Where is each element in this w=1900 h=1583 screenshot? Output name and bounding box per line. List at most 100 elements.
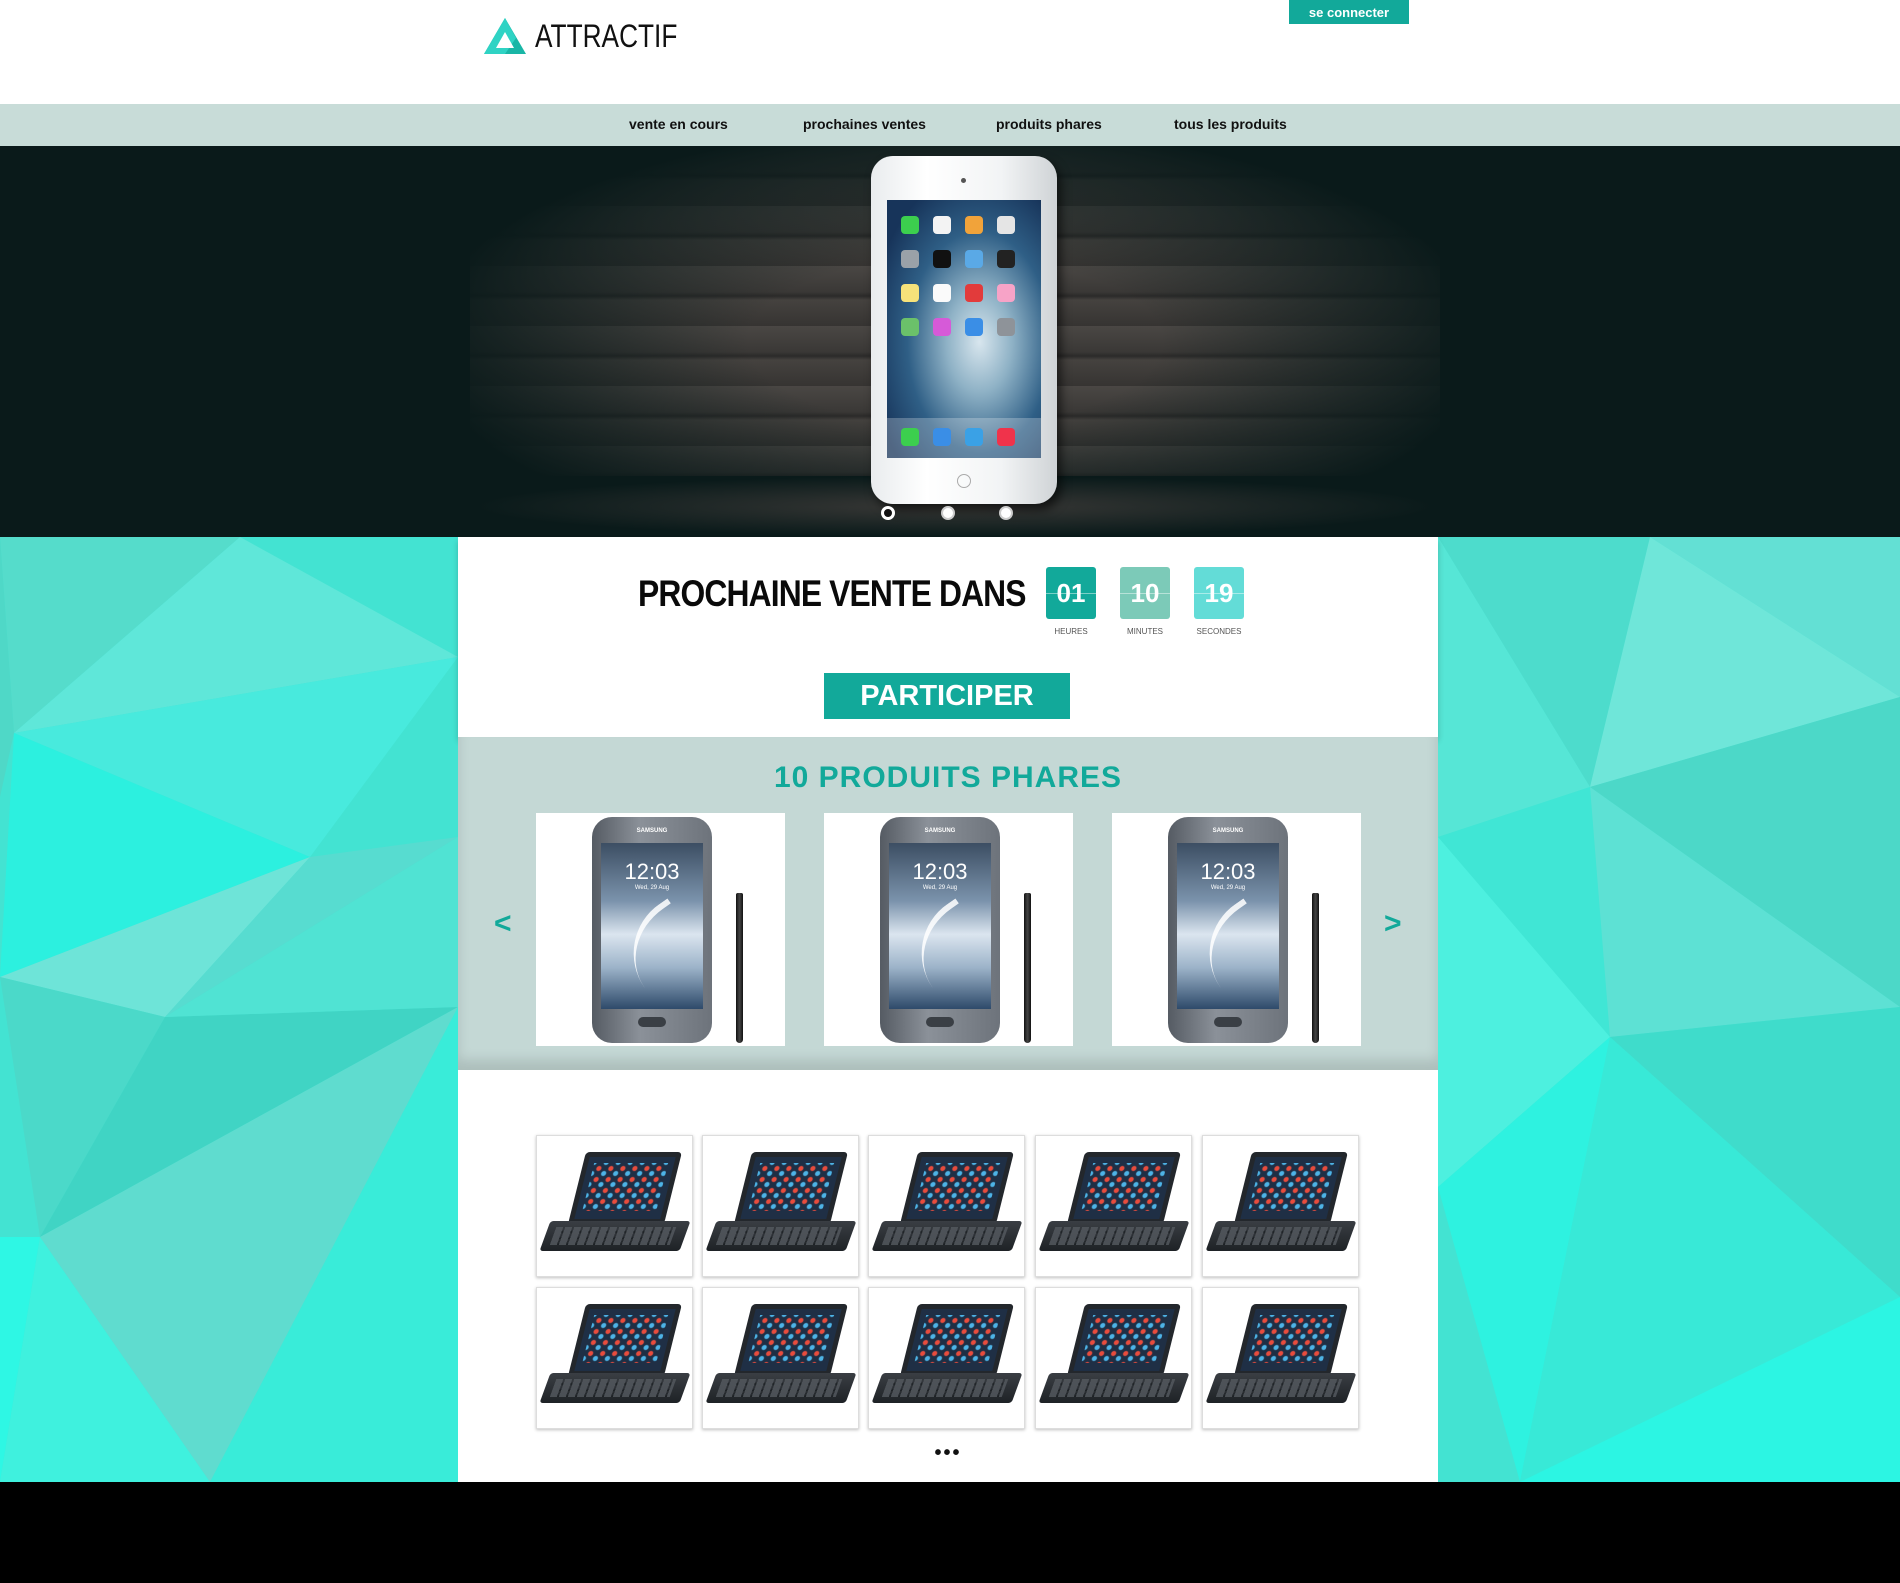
featured-product-card[interactable]: SAMSUNG 12:03 Wed, 29 Aug: [824, 813, 1073, 1046]
safari-app-icon: [965, 428, 983, 446]
app-icon: [901, 284, 919, 302]
keyboard-image: [539, 1373, 691, 1403]
hero-slider[interactable]: [0, 146, 1900, 537]
app-icon: [965, 216, 983, 234]
feather-graphic: [1186, 898, 1278, 988]
phone-date: Wed, 29 Aug: [1210, 885, 1246, 891]
stylus-image: [1312, 893, 1319, 1043]
logo-text: ATTRACTIF: [535, 17, 678, 54]
countdown-seconds-label: SECONDES: [1196, 627, 1242, 636]
tablet-keyboard-image: [900, 1152, 1014, 1224]
keyboard-image: [1038, 1373, 1190, 1403]
app-icon: [997, 250, 1015, 268]
app-icon: [933, 216, 951, 234]
nav-item-vente-en-cours[interactable]: vente en cours: [629, 116, 728, 132]
countdown-hours-label: HEURES: [1054, 627, 1088, 636]
feather-graphic: [610, 898, 702, 988]
featured-product-card[interactable]: SAMSUNG 12:03 Wed, 29 Aug: [1112, 813, 1361, 1046]
app-icon: [933, 250, 951, 268]
tablet-keyboard-image: [568, 1152, 682, 1224]
phone-time: 12:03: [1200, 859, 1256, 884]
product-card[interactable]: [536, 1135, 693, 1277]
dock: [887, 418, 1041, 458]
tablet-keyboard-image: [734, 1304, 848, 1376]
carousel-next-button[interactable]: >: [1384, 907, 1402, 941]
tablet-screen: [887, 200, 1041, 458]
app-icon: [901, 250, 919, 268]
slider-dot-3[interactable]: [999, 506, 1013, 520]
app-icon: [997, 216, 1015, 234]
logo[interactable]: ATTRACTIF: [483, 16, 709, 56]
stylus-image: [736, 893, 743, 1043]
main-nav: vente en cours prochaines ventes produit…: [0, 104, 1900, 146]
participer-button[interactable]: PARTICIPER: [824, 673, 1070, 719]
product-card[interactable]: [1035, 1287, 1192, 1429]
slider-dot-1[interactable]: [881, 506, 895, 520]
phone-home-button: [926, 1017, 954, 1027]
footer: [0, 1482, 1900, 1583]
phone-date: Wed, 29 Aug: [634, 885, 670, 891]
triangle-logo-icon: [484, 18, 526, 54]
tablet-keyboard-image: [1234, 1304, 1348, 1376]
nav-item-produits-phares[interactable]: produits phares: [996, 116, 1102, 132]
product-card[interactable]: [536, 1287, 693, 1429]
tablet-keyboard-image: [900, 1304, 1014, 1376]
keyboard-image: [539, 1221, 691, 1251]
phone-screen: 12:03 Wed, 29 Aug: [1177, 843, 1279, 1009]
keyboard-image: [871, 1373, 1023, 1403]
phone-screen: 12:03 Wed, 29 Aug: [601, 843, 703, 1009]
header: ATTRACTIF se connecter: [0, 0, 1900, 104]
product-card[interactable]: [868, 1135, 1025, 1277]
phone-image: SAMSUNG 12:03 Wed, 29 Aug: [880, 817, 1000, 1043]
more-button[interactable]: •••: [458, 1442, 1438, 1465]
product-card[interactable]: [1035, 1135, 1192, 1277]
tablet-keyboard-image: [568, 1304, 682, 1376]
app-icon: [901, 216, 919, 234]
product-card[interactable]: [702, 1135, 859, 1277]
app-icon: [997, 318, 1015, 336]
featured-product-card[interactable]: SAMSUNG 12:03 Wed, 29 Aug: [536, 813, 785, 1046]
product-card[interactable]: [1202, 1287, 1359, 1429]
page: ATTRACTIF se connecter vente en cours pr…: [0, 0, 1900, 1583]
app-icon: [933, 318, 951, 336]
phone-home-button: [638, 1017, 666, 1027]
tablet-keyboard-image: [1067, 1152, 1181, 1224]
messages-app-icon: [901, 428, 919, 446]
keyboard-image: [705, 1221, 857, 1251]
phone-image: SAMSUNG 12:03 Wed, 29 Aug: [592, 817, 712, 1043]
countdown-seconds: 19: [1194, 567, 1244, 619]
keyboard-image: [1205, 1221, 1357, 1251]
stylus-image: [1024, 893, 1031, 1043]
phone-brand: SAMSUNG: [1212, 828, 1244, 834]
countdown-minutes: 10: [1120, 567, 1170, 619]
tablet-image: [871, 156, 1057, 504]
phone-time: 12:03: [912, 859, 968, 884]
app-icon: [933, 284, 951, 302]
product-grid: •••: [458, 1070, 1438, 1482]
keyboard-image: [705, 1373, 857, 1403]
app-icon: [965, 284, 983, 302]
app-icon: [901, 318, 919, 336]
keyboard-image: [1038, 1221, 1190, 1251]
nav-item-tous-les-produits[interactable]: tous les produits: [1174, 116, 1287, 132]
countdown-hours: 01: [1046, 567, 1096, 619]
product-card[interactable]: [702, 1287, 859, 1429]
carousel-prev-button[interactable]: <: [494, 907, 512, 941]
mail-app-icon: [933, 428, 951, 446]
tablet-keyboard-image: [1067, 1304, 1181, 1376]
phone-home-button: [1214, 1017, 1242, 1027]
tablet-keyboard-image: [1234, 1152, 1348, 1224]
keyboard-image: [1205, 1373, 1357, 1403]
product-card[interactable]: [1202, 1135, 1359, 1277]
product-card[interactable]: [868, 1287, 1025, 1429]
phone-image: SAMSUNG 12:03 Wed, 29 Aug: [1168, 817, 1288, 1043]
nav-item-prochaines-ventes[interactable]: prochaines ventes: [803, 116, 926, 132]
home-button: [957, 474, 971, 488]
countdown-title: PROCHAINE VENTE DANS: [638, 573, 1027, 614]
phone-brand: SAMSUNG: [924, 828, 956, 834]
login-button[interactable]: se connecter: [1289, 0, 1409, 24]
countdown-minutes-label: MINUTES: [1127, 627, 1163, 636]
countdown-panel: PROCHAINE VENTE DANS 01 10 19 HEURES MIN…: [458, 537, 1438, 737]
phone-brand: SAMSUNG: [636, 828, 668, 834]
slider-dot-2[interactable]: [941, 506, 955, 520]
